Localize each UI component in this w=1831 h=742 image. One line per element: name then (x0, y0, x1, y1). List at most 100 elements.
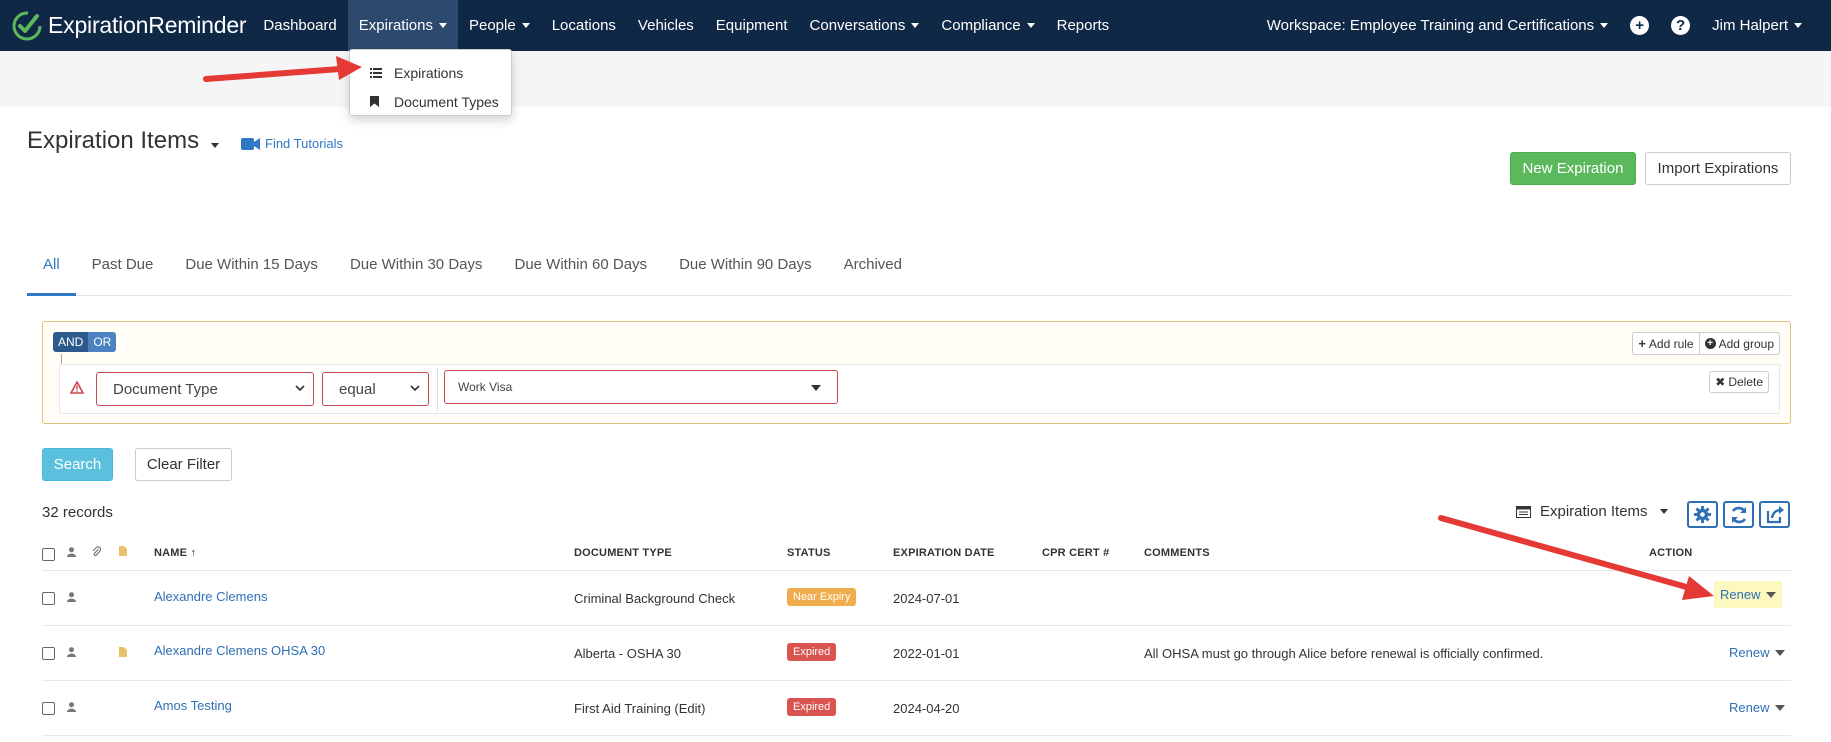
row-name-link[interactable]: Amos Testing (154, 698, 232, 713)
row-comments: All OHSA must go through Alice before re… (1144, 646, 1544, 661)
row-checkbox[interactable] (42, 647, 55, 660)
expirations-dropdown-menu: Expirations Document Types (349, 49, 512, 116)
caret-down-icon[interactable] (1775, 649, 1786, 656)
add-group-button[interactable]: + Add group (1698, 332, 1780, 355)
person-icon (67, 547, 76, 557)
col-document-type[interactable]: DOCUMENT TYPE (574, 547, 672, 559)
subheader-band (0, 51, 1831, 107)
search-button[interactable]: Search (42, 448, 113, 481)
row-checkbox[interactable] (42, 592, 55, 605)
select-all-checkbox[interactable] (42, 548, 55, 561)
workspace-selector[interactable]: Workspace: Employee Training and Certifi… (1256, 0, 1619, 51)
nav-reports[interactable]: Reports (1046, 0, 1121, 51)
row-expiration-date: 2024-07-01 (893, 591, 960, 606)
col-status[interactable]: STATUS (787, 547, 831, 559)
tab-archived[interactable]: Archived (828, 248, 918, 296)
nav-people[interactable]: People (458, 0, 541, 51)
caret-down-icon (1659, 509, 1668, 514)
renew-action-button[interactable]: Renew (1729, 645, 1786, 660)
operator-select[interactable]: equal (322, 372, 429, 406)
row-document-type: Criminal Background Check (574, 591, 736, 606)
caret-down-icon[interactable] (1766, 591, 1777, 598)
import-expirations-button[interactable]: Import Expirations (1645, 152, 1791, 185)
plus-circle-icon[interactable]: + (1630, 16, 1650, 35)
refresh-icon (1731, 506, 1746, 523)
row-document-type: First Aid Training (Edit) (574, 701, 706, 716)
find-tutorials-link[interactable]: Find Tutorials (241, 136, 343, 151)
chevron-down-icon (295, 385, 305, 392)
new-expiration-button[interactable]: New Expiration (1510, 152, 1636, 185)
nav-compliance[interactable]: Compliance (930, 0, 1045, 51)
caret-down-icon (811, 385, 821, 391)
or-button[interactable]: OR (88, 332, 117, 352)
refresh-button[interactable] (1723, 501, 1754, 528)
status-badge: Expired (787, 643, 837, 661)
tab-due-15[interactable]: Due Within 15 Days (169, 248, 334, 296)
and-button[interactable]: AND (53, 332, 89, 352)
tab-due-90[interactable]: Due Within 90 Days (663, 248, 828, 296)
brand-name: ExpirationReminder (48, 12, 247, 38)
paperclip-icon (92, 546, 101, 557)
user-menu[interactable]: Jim Halpert (1701, 0, 1813, 51)
gear-icon (1693, 505, 1712, 524)
renew-action-button[interactable]: Renew (1729, 700, 1786, 715)
brand[interactable]: ExpirationReminder (0, 0, 247, 51)
help-circle-icon[interactable]: ? (1671, 16, 1691, 35)
tab-due-30[interactable]: Due Within 30 Days (334, 248, 499, 296)
share-export-icon (1766, 506, 1784, 524)
table-header: NAME ↑ DOCUMENT TYPE STATUS EXPIRATION D… (42, 533, 1791, 571)
tab-all[interactable]: All (27, 248, 76, 296)
caret-down-icon (211, 142, 220, 148)
field-select[interactable]: Document Type (96, 372, 314, 406)
tab-due-60[interactable]: Due Within 60 Days (499, 248, 664, 296)
menu-item-expirations[interactable]: Expirations (350, 58, 511, 87)
video-camera-icon (241, 137, 260, 150)
nav-dashboard[interactable]: Dashboard (252, 0, 347, 51)
status-badge: Near Expiry (787, 588, 857, 606)
col-comments[interactable]: COMMENTS (1144, 547, 1210, 559)
person-icon (67, 702, 76, 712)
nav-locations[interactable]: Locations (541, 0, 627, 51)
col-expiration-date[interactable]: EXPIRATION DATE (893, 547, 995, 559)
person-icon (67, 592, 76, 602)
col-cpr-cert[interactable]: CPR CERT # (1042, 547, 1109, 559)
export-button[interactable] (1759, 501, 1790, 528)
query-builder: AND OR + Add rule + Add group Document Typ… (42, 321, 1791, 424)
settings-button[interactable] (1687, 501, 1718, 528)
caret-down-icon (1600, 23, 1609, 28)
plus-circle-icon: + (1704, 338, 1716, 349)
clear-filter-button[interactable]: Clear Filter (135, 448, 232, 481)
nav-vehicles[interactable]: Vehicles (627, 0, 705, 51)
renew-action-button[interactable]: Renew (1714, 581, 1783, 608)
nav-conversations[interactable]: Conversations (799, 0, 931, 51)
page-title[interactable]: Expiration Items (27, 127, 220, 155)
view-selector[interactable]: Expiration Items (1516, 503, 1668, 520)
filter-rule: Document Type equal Work Visa ✖ Delete (59, 364, 1780, 414)
caret-down-icon (1026, 23, 1035, 28)
row-name-link[interactable]: Alexandre Clemens OHSA 30 (154, 643, 325, 658)
rule-group-buttons: + Add rule + Add group (1632, 332, 1780, 355)
nav-equipment[interactable]: Equipment (705, 0, 799, 51)
caret-down-icon (1794, 23, 1802, 28)
warning-icon (70, 381, 84, 394)
menu-item-document-types[interactable]: Document Types (350, 87, 511, 116)
row-checkbox[interactable] (42, 702, 55, 715)
row-document-type: Alberta - OSHA 30 (574, 646, 681, 661)
col-name[interactable]: NAME ↑ (154, 547, 196, 559)
table-view-icon (1516, 505, 1531, 518)
table-row: Alexandre Clemens OHSA 30 Alberta - OSHA… (42, 626, 1791, 681)
col-action: ACTION (1649, 547, 1693, 559)
document-icon[interactable] (119, 647, 127, 657)
value-select[interactable]: Work Visa (444, 370, 838, 404)
caret-down-icon[interactable] (1775, 704, 1786, 711)
table-row: Alexandre Clemens Criminal Background Ch… (42, 571, 1791, 626)
nav-expirations[interactable]: Expirations (347, 0, 458, 51)
delete-rule-button[interactable]: ✖ Delete (1709, 371, 1769, 393)
row-name-link[interactable]: Alexandre Clemens (154, 589, 267, 604)
caret-down-icon (911, 23, 920, 28)
add-rule-button[interactable]: + Add rule (1632, 332, 1699, 355)
chevron-down-icon (410, 385, 420, 392)
tab-past-due[interactable]: Past Due (76, 248, 170, 296)
records-count: 32 records (42, 504, 113, 521)
row-expiration-date: 2024-04-20 (893, 701, 960, 716)
